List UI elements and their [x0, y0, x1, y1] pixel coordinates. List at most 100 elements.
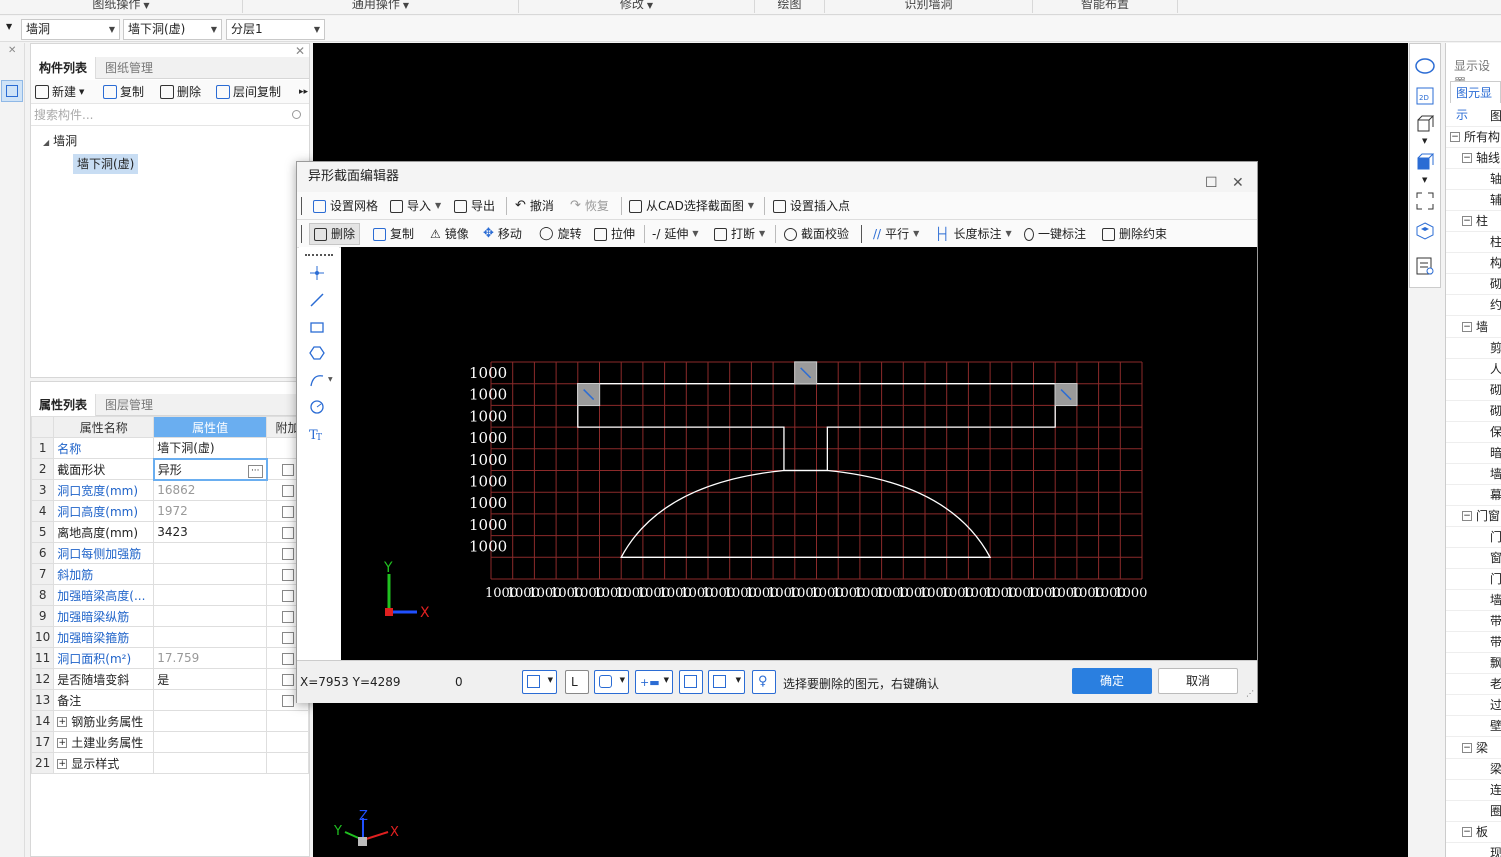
section-check-button[interactable]: 截面校验: [784, 220, 849, 248]
length-dimension-button[interactable]: ├┤ 长度标注 ▼: [935, 220, 1012, 248]
display-tree-item[interactable]: − 梁: [1446, 738, 1501, 759]
chevron-down-icon[interactable]: ▼: [1422, 176, 1427, 184]
tab-drawing-management[interactable]: 图纸管理: [97, 57, 161, 79]
display-tree-item[interactable]: 梁: [1446, 759, 1501, 780]
property-value-cell[interactable]: [153, 563, 268, 585]
view-2d-icon[interactable]: 2D: [1415, 86, 1435, 106]
display-tree-item[interactable]: 剪: [1446, 338, 1501, 359]
property-value-cell[interactable]: [153, 584, 268, 606]
ok-button[interactable]: 确定: [1072, 668, 1152, 694]
collapse-minus-icon[interactable]: −: [1462, 827, 1472, 837]
list-panel-toggle[interactable]: [1, 80, 23, 102]
auto-dimension-button[interactable]: 一键标注: [1024, 220, 1086, 248]
move-button[interactable]: ✥ 移动: [483, 220, 522, 248]
display-tree-item[interactable]: 构: [1446, 253, 1501, 274]
break-button[interactable]: 打断 ▼: [714, 220, 765, 248]
display-tree-item[interactable]: 柱: [1446, 232, 1501, 253]
table-row[interactable]: 14 + 钢筋业务属性: [30, 710, 309, 732]
layer-select[interactable]: 分层1 ▼: [226, 19, 325, 40]
delete-button[interactable]: 删除: [160, 80, 201, 104]
collapse-minus-icon[interactable]: −: [1462, 743, 1472, 753]
extra-checkbox[interactable]: [281, 673, 294, 686]
expand-plus-icon[interactable]: +: [57, 759, 68, 769]
polar-toggle[interactable]: [679, 670, 703, 694]
collapse-minus-icon[interactable]: −: [1462, 153, 1472, 163]
collapse-minus-icon[interactable]: −: [1462, 511, 1472, 521]
category-select[interactable]: 墙洞 ▼: [21, 19, 120, 40]
set-insert-point-button[interactable]: 设置插入点: [773, 192, 850, 220]
stretch-button[interactable]: 拉伸: [594, 220, 635, 248]
ribbon-group-modify[interactable]: 修改 ▼: [519, 0, 755, 13]
property-value-cell[interactable]: 1972: [153, 500, 268, 522]
display-tree-item[interactable]: 圈: [1446, 801, 1501, 822]
arc-tool-icon[interactable]: [309, 372, 325, 388]
tab-layer-management[interactable]: 图层管理: [97, 394, 161, 416]
floor-copy-button[interactable]: 层间复制: [216, 80, 281, 104]
table-row[interactable]: 2 截面形状 ··· 异形: [30, 457, 309, 481]
cube-view-icon[interactable]: [1415, 114, 1435, 134]
extra-checkbox[interactable]: [281, 505, 294, 518]
display-tree-item[interactable]: 约: [1446, 295, 1501, 316]
expand-arrow-icon[interactable]: ◢: [43, 138, 49, 147]
redo-button[interactable]: ↷ 恢复: [570, 192, 609, 220]
point-tool-icon[interactable]: [309, 265, 325, 281]
display-tree-item[interactable]: 轴: [1446, 169, 1501, 190]
display-tree-item[interactable]: 老: [1446, 674, 1501, 695]
mirror-button[interactable]: ⚠ 镜像: [430, 220, 469, 248]
rectangle-tool-icon[interactable]: [309, 319, 325, 335]
table-row[interactable]: 1 名称 墙下洞(虚): [30, 437, 309, 459]
property-value-cell[interactable]: 16862: [153, 479, 268, 501]
section-drawing-area[interactable]: 1000 1000 1000 1000 1000 1000 1000 1000 1000 1000…: [341, 247, 1257, 660]
tab-property-list[interactable]: 属性列表: [31, 394, 97, 416]
more-icon[interactable]: ▸▸: [299, 80, 308, 104]
select-from-cad-button[interactable]: 从CAD选择截面图 ▼: [629, 192, 754, 220]
delete-tool-button[interactable]: 删除: [309, 223, 361, 245]
import-button[interactable]: 导入 ▼: [390, 192, 441, 220]
display-tree-item[interactable]: 连: [1446, 780, 1501, 801]
table-row[interactable]: 17 + 土建业务属性: [30, 731, 309, 753]
tree-node-wall-hole[interactable]: ◢ 墙洞: [43, 132, 77, 149]
collapse-minus-icon[interactable]: −: [1462, 216, 1472, 226]
display-tree-item[interactable]: 带: [1446, 611, 1501, 632]
tab-element-display[interactable]: 图元显示: [1450, 81, 1501, 122]
cancel-button[interactable]: 取消: [1158, 668, 1238, 694]
rotate-button[interactable]: ◯ 旋转: [539, 220, 582, 248]
display-tree-item[interactable]: 人: [1446, 359, 1501, 380]
ribbon-group-smart-layout[interactable]: 智能布置: [1033, 0, 1178, 13]
solid-cube-icon[interactable]: [1415, 152, 1435, 172]
display-tree-item[interactable]: 过: [1446, 695, 1501, 716]
property-value-cell[interactable]: [153, 626, 268, 648]
orbit-icon[interactable]: [1415, 56, 1435, 76]
property-value-cell[interactable]: 3423: [153, 521, 268, 543]
table-row[interactable]: 4 洞口高度(mm) 1972: [30, 500, 309, 522]
chevron-down-icon[interactable]: ▼: [1422, 137, 1427, 145]
text-tool-icon[interactable]: TT: [309, 426, 325, 443]
table-row[interactable]: 7 斜加筋: [30, 563, 309, 585]
display-tree-item[interactable]: 保: [1446, 422, 1501, 443]
table-row[interactable]: 5 离地高度(mm) 3423: [30, 521, 309, 543]
tree-node-selected[interactable]: 墙下洞(虚): [73, 154, 139, 174]
display-tree-item[interactable]: − 门窗: [1446, 506, 1501, 527]
display-tree-item[interactable]: 砌: [1446, 401, 1501, 422]
new-button[interactable]: 新建 ▼: [35, 80, 84, 104]
extra-checkbox[interactable]: [281, 652, 294, 665]
display-tree-item[interactable]: 壁: [1446, 716, 1501, 737]
chevron-down-icon[interactable]: ▼: [6, 22, 12, 31]
delete-constraint-button[interactable]: 删除约束: [1102, 220, 1167, 248]
property-value-cell[interactable]: ··· 异形: [152, 457, 268, 481]
extra-checkbox[interactable]: [281, 484, 294, 497]
display-tree-item[interactable]: 辅: [1446, 190, 1501, 211]
property-group[interactable]: + 钢筋业务属性: [53, 710, 155, 732]
extend-button[interactable]: -/延伸 ▼: [652, 220, 699, 248]
display-tree-item[interactable]: 门: [1446, 569, 1501, 590]
display-tree-item[interactable]: 图: [1446, 106, 1501, 127]
property-group[interactable]: + 显示样式: [53, 752, 155, 774]
display-tree-item[interactable]: − 轴线: [1446, 148, 1501, 169]
polygon-tool-icon[interactable]: [309, 345, 325, 361]
table-row[interactable]: 9 加强暗梁纵筋: [30, 605, 309, 627]
display-tree-item[interactable]: 门: [1446, 527, 1501, 548]
display-settings-icon[interactable]: [1415, 256, 1435, 276]
expand-plus-icon[interactable]: +: [57, 717, 68, 727]
tab-component-list[interactable]: 构件列表: [31, 57, 97, 79]
dynamic-input-toggle[interactable]: +▬ ▼: [635, 670, 673, 694]
